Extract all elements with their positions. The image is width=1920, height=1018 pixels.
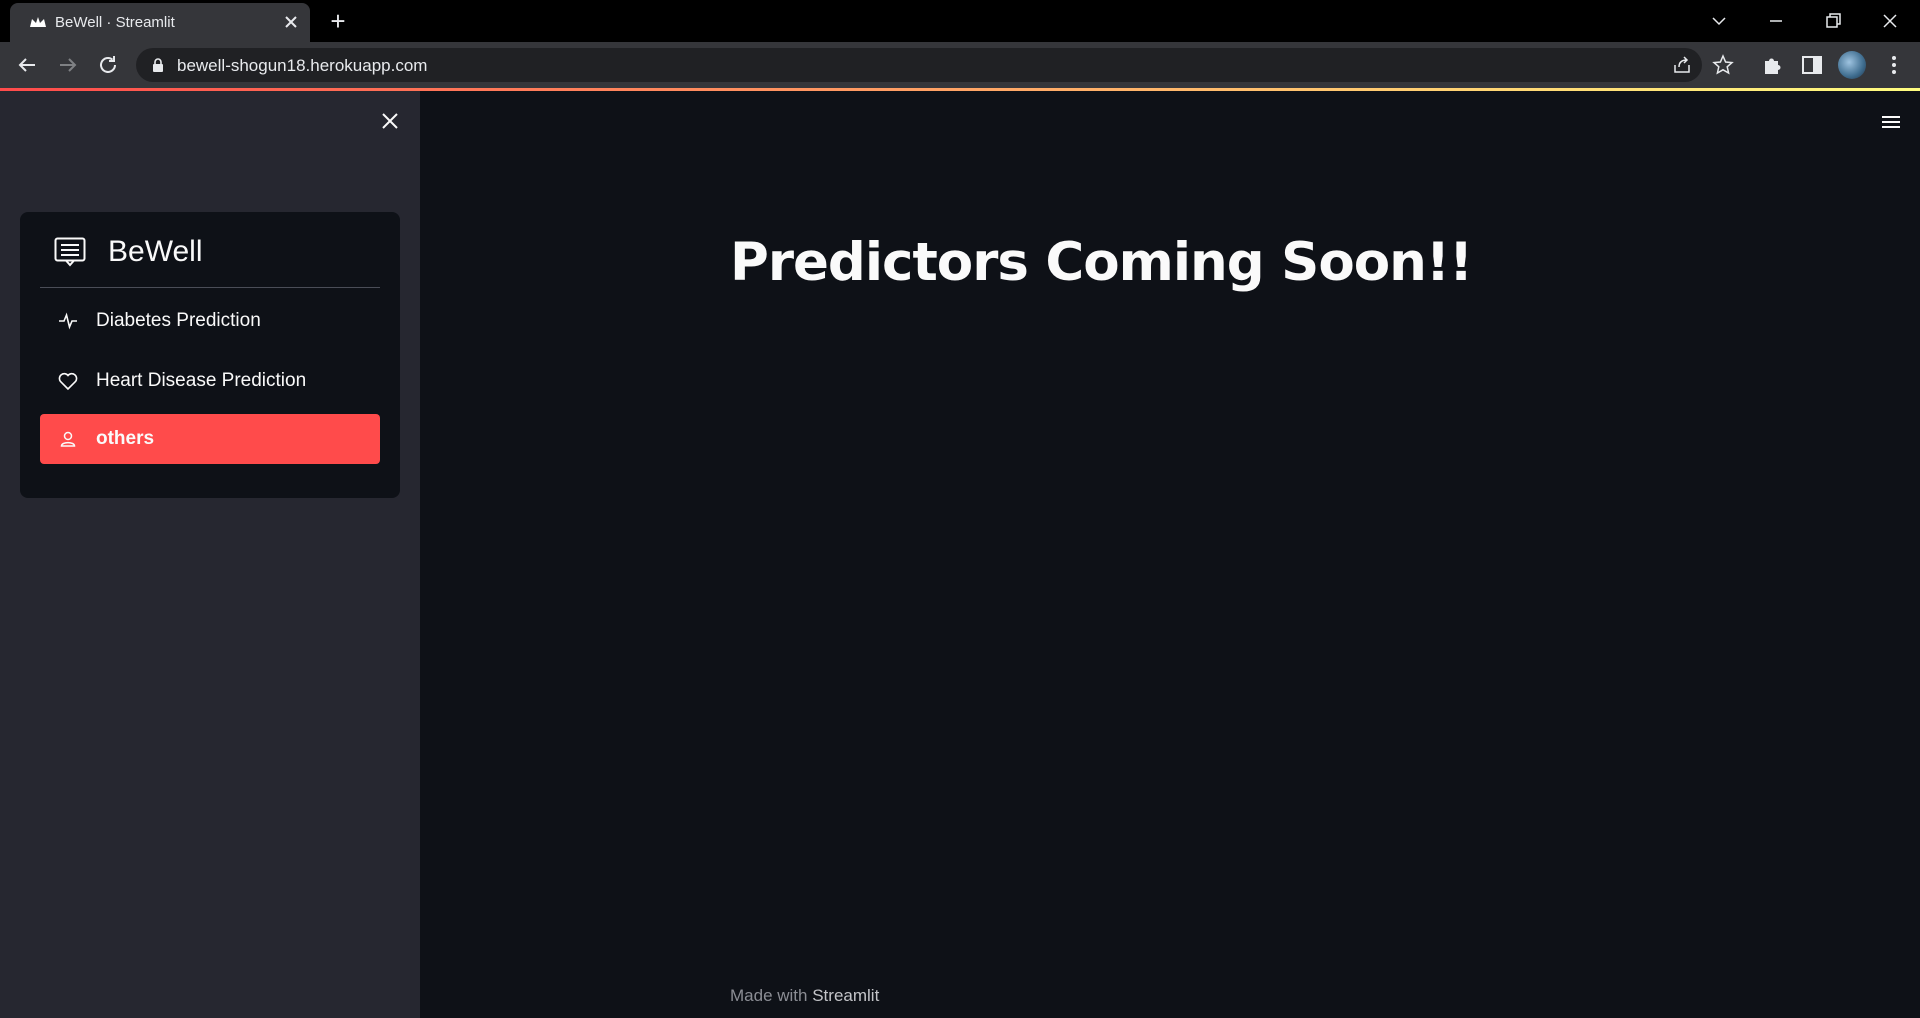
- menu-item-heart-disease-prediction[interactable]: Heart Disease Prediction: [40, 356, 380, 406]
- forward-icon[interactable]: [54, 51, 82, 79]
- close-window-icon[interactable]: [1876, 7, 1904, 35]
- avatar[interactable]: [1838, 51, 1866, 79]
- tab-title: BeWell · Streamlit: [55, 14, 175, 31]
- main-content: Predictors Coming Soon!! Made with Strea…: [420, 91, 1920, 1018]
- streamlit-link[interactable]: Streamlit: [812, 986, 879, 1005]
- menu-header: BeWell: [20, 212, 400, 288]
- menu-divider: [40, 287, 380, 288]
- lock-icon[interactable]: [152, 58, 164, 72]
- star-icon[interactable]: [1712, 54, 1734, 76]
- puzzle-icon[interactable]: [1760, 53, 1784, 77]
- minimize-icon[interactable]: [1762, 7, 1790, 35]
- footer-prefix: Made with: [730, 986, 808, 1005]
- menu-item-label: others: [96, 428, 155, 449]
- menu-item-label: Diabetes Prediction: [96, 310, 261, 331]
- activity-icon: [59, 312, 77, 330]
- chevron-down-icon[interactable]: [1705, 7, 1733, 35]
- card-list-icon: [54, 237, 86, 267]
- close-tab-icon[interactable]: [282, 13, 300, 31]
- option-menu: BeWell Diabetes Prediction Heart Disease…: [20, 212, 400, 498]
- share-icon[interactable]: [1671, 54, 1693, 76]
- streamlit-favicon-icon: [30, 17, 46, 27]
- side-panel-icon[interactable]: [1800, 53, 1824, 77]
- close-sidebar-icon[interactable]: [379, 110, 401, 132]
- person-icon: [60, 431, 76, 447]
- sidebar: BeWell Diabetes Prediction Heart Disease…: [0, 91, 420, 1018]
- back-icon[interactable]: [13, 51, 41, 79]
- menu-item-label: Heart Disease Prediction: [96, 370, 307, 391]
- menu-item-others[interactable]: others: [40, 414, 380, 464]
- kebab-icon[interactable]: [1882, 53, 1906, 77]
- menu-title: BeWell: [108, 235, 203, 268]
- hamburger-menu-icon[interactable]: [1880, 112, 1902, 132]
- browser-tab-bar: BeWell · Streamlit +: [0, 0, 1920, 42]
- reload-icon[interactable]: [94, 51, 122, 79]
- heart-icon: [58, 372, 78, 391]
- url-text[interactable]: bewell-shogun18.herokuapp.com: [177, 56, 427, 76]
- new-tab-button[interactable]: +: [325, 8, 351, 34]
- page-title: Predictors Coming Soon!!: [730, 232, 1473, 293]
- browser-toolbar: bewell-shogun18.herokuapp.com: [0, 42, 1920, 88]
- address-bar[interactable]: bewell-shogun18.herokuapp.com: [136, 48, 1702, 82]
- browser-tab[interactable]: BeWell · Streamlit: [10, 3, 310, 42]
- footer: Made with Streamlit: [730, 986, 879, 1006]
- menu-item-diabetes-prediction[interactable]: Diabetes Prediction: [40, 296, 380, 346]
- restore-icon[interactable]: [1819, 7, 1847, 35]
